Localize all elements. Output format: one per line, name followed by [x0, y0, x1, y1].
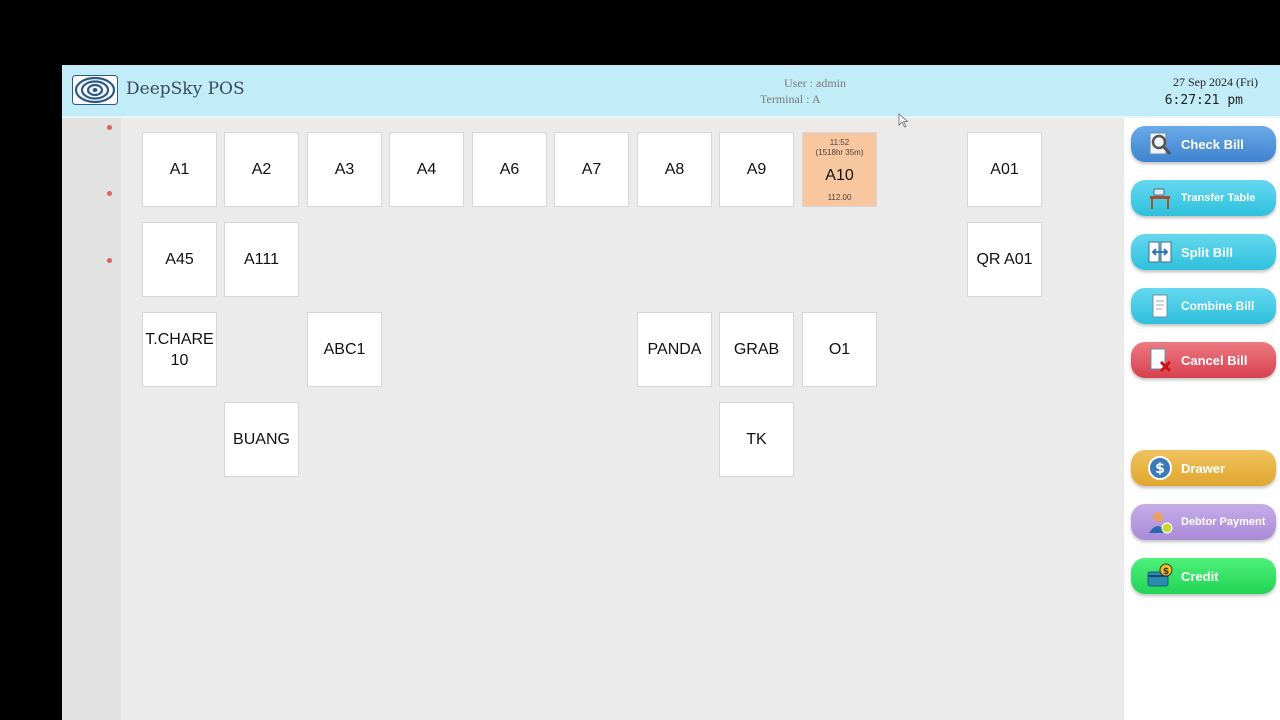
cancel-bill-label: Cancel Bill — [1181, 352, 1248, 368]
table-abc1[interactable]: ABC1 — [307, 312, 382, 387]
split-bill-label: Split Bill — [1181, 244, 1233, 260]
table-o1[interactable]: O1 — [802, 312, 877, 387]
transfer-table-label: Transfer Table — [1181, 192, 1256, 204]
table-chairs-icon — [1150, 188, 1170, 209]
table-qr-a01[interactable]: QR A01 — [967, 222, 1042, 297]
table-a6[interactable]: A6 — [472, 132, 547, 207]
table-a7[interactable]: A7 — [554, 132, 629, 207]
table-a10-amount: 112.00 — [827, 193, 852, 202]
row-marker-dot — [107, 258, 112, 263]
debtor-payment-label: Debtor Payment — [1181, 516, 1266, 528]
person-coin-icon — [1149, 512, 1173, 534]
app-title: DeepSky POS — [126, 79, 245, 99]
cancel-receipt-icon — [1150, 348, 1172, 373]
debtor-payment-button[interactable]: Debtor Payment — [1131, 504, 1276, 540]
table-a10-time: 11:52 — [829, 138, 850, 147]
row-marker-dot — [107, 125, 112, 130]
action-sidebar: Check Bill Transfer Table Split Bill Com… — [1124, 118, 1280, 720]
table-a10-name: A10 — [825, 166, 854, 184]
pos-window: DeepSky POS User : admin Terminal : A 27… — [62, 65, 1280, 720]
table-floor-plan: A1 A2 A3 A4 A6 A7 A8 A9 11:52 (1518hr 35… — [62, 118, 1124, 720]
deepsky-logo-icon — [72, 75, 118, 105]
receipt-icon — [1152, 294, 1168, 318]
split-bill-button[interactable]: Split Bill — [1131, 234, 1276, 270]
table-buang[interactable]: BUANG — [224, 402, 299, 477]
credit-label: Credit — [1181, 568, 1219, 584]
table-grab[interactable]: GRAB — [719, 312, 794, 387]
table-a10-duration: (1518hr 35m) — [815, 148, 864, 157]
table-a01[interactable]: A01 — [967, 132, 1042, 207]
table-a45[interactable]: A45 — [142, 222, 217, 297]
current-time: 6:27:21 pm — [1164, 93, 1243, 108]
header-bar: DeepSky POS User : admin Terminal : A 27… — [62, 65, 1280, 118]
row-marker-dot — [107, 191, 112, 196]
check-bill-button[interactable]: Check Bill — [1131, 126, 1276, 162]
table-tchare-10[interactable]: T.CHARE 10 — [142, 312, 217, 387]
table-a1[interactable]: A1 — [142, 132, 217, 207]
check-bill-label: Check Bill — [1181, 136, 1244, 152]
table-a4[interactable]: A4 — [389, 132, 464, 207]
table-a9[interactable]: A9 — [719, 132, 794, 207]
terminal-label: Terminal : A — [760, 92, 821, 106]
table-tchare-line1: T.CHARE — [145, 330, 214, 348]
table-panda[interactable]: PANDA — [637, 312, 712, 387]
table-a10-start: 11:52 (1518hr 35m) — [815, 138, 863, 158]
table-a111[interactable]: A111 — [224, 222, 299, 297]
floor-gutter — [62, 118, 121, 720]
svg-text:$: $ — [1163, 567, 1169, 577]
split-receipt-icon — [1148, 241, 1172, 263]
combine-bill-label: Combine Bill — [1181, 299, 1255, 313]
table-tk[interactable]: TK — [719, 402, 794, 477]
table-a2[interactable]: A2 — [224, 132, 299, 207]
table-a8[interactable]: A8 — [637, 132, 712, 207]
table-a3[interactable]: A3 — [307, 132, 382, 207]
table-a10-occupied[interactable]: 11:52 (1518hr 35m) A10 112.00 — [802, 132, 877, 207]
user-label: User : admin — [784, 76, 846, 90]
cancel-bill-button[interactable]: Cancel Bill — [1131, 342, 1276, 378]
table-tchare-line2: 10 — [170, 351, 189, 369]
current-date: 27 Sep 2024 (Fri) — [1173, 75, 1258, 89]
transfer-table-button[interactable]: Transfer Table — [1131, 180, 1276, 216]
drawer-button[interactable]: $ Drawer — [1131, 450, 1276, 486]
mouse-pointer-icon — [898, 113, 909, 128]
dollar-coin-icon: $ — [1148, 456, 1172, 480]
magnifier-receipt-icon — [1149, 132, 1172, 155]
combine-bill-button[interactable]: Combine Bill — [1131, 288, 1276, 324]
credit-card-icon: $ — [1147, 563, 1173, 587]
svg-text:$: $ — [1155, 461, 1165, 477]
drawer-label: Drawer — [1181, 460, 1226, 476]
session-info: User : admin Terminal : A — [760, 75, 846, 107]
credit-button[interactable]: $ Credit — [1131, 558, 1276, 594]
